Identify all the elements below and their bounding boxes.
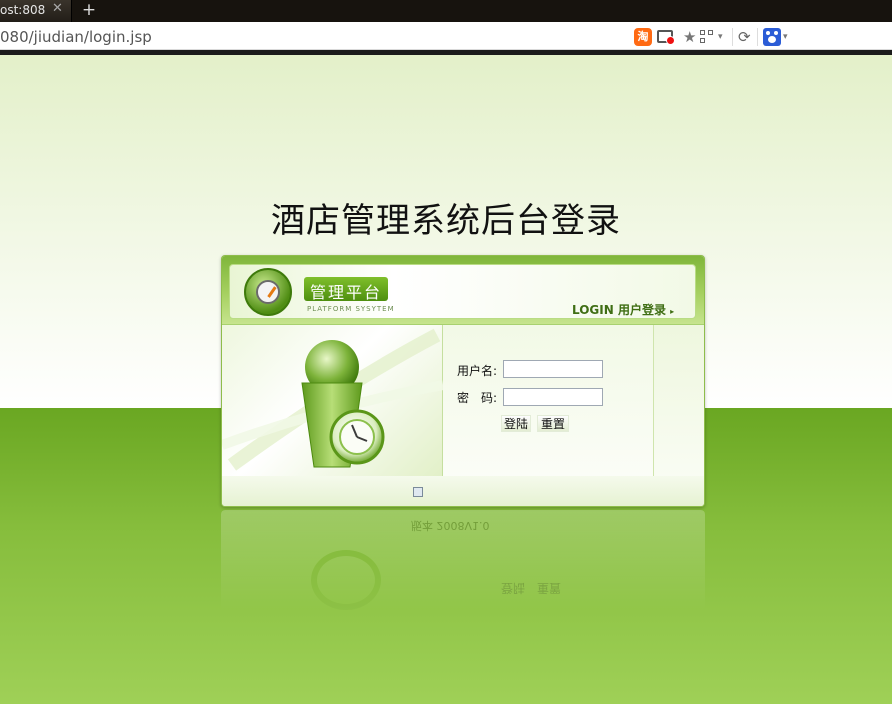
illustration-figure xyxy=(220,325,444,476)
panel-side-decor xyxy=(653,325,704,476)
reset-button[interactable]: 重置 xyxy=(537,415,569,432)
brand-title: 管理平台 xyxy=(309,283,382,302)
taobao-icon[interactable]: 淘 xyxy=(634,28,652,46)
toolbar-divider xyxy=(732,28,733,46)
login-panel: 管理平台 PLATFORM SYSYTEM LOGIN 用户登录 ▸ 用户名: … xyxy=(220,255,705,507)
brand-badge: 管理平台 xyxy=(304,277,388,302)
login-button[interactable]: 登陆 xyxy=(501,415,531,432)
tab-bar: ost:808 ✕ + xyxy=(0,0,892,22)
adblock-icon[interactable] xyxy=(657,28,677,46)
star-icon[interactable]: ★ xyxy=(683,28,697,46)
reflection-buttons: 登陆 重置 xyxy=(501,581,562,595)
url-text[interactable]: 080/jiudian/login.jsp xyxy=(0,28,152,46)
panel-reflection: 版本 2008V1.0 登陆 重置 xyxy=(221,510,705,610)
login-form: 用户名: 密 码: 登陆 重置 xyxy=(443,325,653,476)
figure-clock-icon xyxy=(220,328,444,471)
password-label: 密 码: xyxy=(457,391,498,405)
address-bar[interactable]: 080/jiudian/login.jsp 淘 ★ ▾ ⟳ ▾ xyxy=(0,22,892,50)
new-tab-button[interactable]: + xyxy=(78,0,100,21)
search-dropdown-icon[interactable]: ▾ xyxy=(783,28,793,46)
toolbar-divider xyxy=(757,28,758,46)
tab-title: ost:808 xyxy=(0,3,46,17)
arrow-right-icon: ▸ xyxy=(670,307,675,316)
qr-code-icon[interactable] xyxy=(700,28,714,46)
reload-icon[interactable]: ⟳ xyxy=(738,28,752,46)
qr-dropdown-icon[interactable]: ▾ xyxy=(718,28,728,46)
reflection-footer-text: 版本 2008V1.0 xyxy=(411,519,490,532)
broken-image-icon xyxy=(413,487,423,497)
reflection-figure xyxy=(311,550,381,610)
browser-tab[interactable]: ost:808 ✕ xyxy=(0,0,72,22)
panel-footer xyxy=(222,476,704,506)
login-heading: LOGIN 用户登录 ▸ xyxy=(572,303,675,317)
panel-body: 用户名: 密 码: 登陆 重置 xyxy=(220,324,704,476)
panel-header: 管理平台 PLATFORM SYSYTEM LOGIN 用户登录 ▸ xyxy=(222,256,704,324)
brand-subtitle: PLATFORM SYSYTEM xyxy=(307,305,395,313)
logo-gauge-icon xyxy=(244,268,292,316)
username-label: 用户名: xyxy=(457,364,498,378)
username-input[interactable] xyxy=(503,360,603,378)
close-tab-icon[interactable]: ✕ xyxy=(52,1,63,16)
baidu-paw-icon[interactable] xyxy=(763,28,781,46)
password-input[interactable] xyxy=(503,388,603,406)
page-title: 酒店管理系统后台登录 xyxy=(271,201,621,241)
